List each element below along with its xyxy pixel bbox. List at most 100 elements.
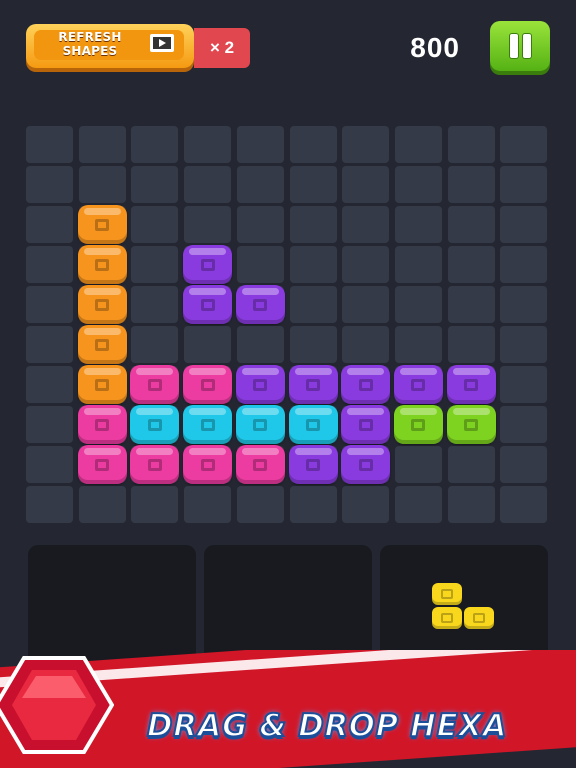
board-cell[interactable] bbox=[26, 366, 73, 403]
refresh-shapes-button[interactable]: REFRESH SHAPES bbox=[26, 24, 194, 68]
board-cell[interactable] bbox=[289, 126, 337, 163]
board-cell[interactable] bbox=[394, 206, 442, 243]
board-cell[interactable] bbox=[131, 286, 179, 323]
board-cell[interactable] bbox=[500, 486, 548, 523]
tray-piece-block[interactable] bbox=[432, 607, 462, 629]
tray-piece-block[interactable] bbox=[432, 583, 462, 605]
board-cell[interactable] bbox=[78, 166, 126, 203]
refresh-label-line2: SHAPES bbox=[62, 44, 118, 58]
board-cell[interactable] bbox=[500, 206, 548, 243]
game-board[interactable] bbox=[26, 126, 550, 523]
board-cell[interactable] bbox=[131, 486, 179, 523]
board-cell[interactable] bbox=[131, 206, 179, 243]
gem-block-purple bbox=[446, 365, 496, 404]
board-cell[interactable] bbox=[78, 126, 126, 163]
board-cell[interactable] bbox=[131, 126, 179, 163]
board-cell[interactable] bbox=[500, 366, 548, 403]
board-cell[interactable] bbox=[131, 166, 179, 203]
board-cell[interactable] bbox=[342, 206, 390, 243]
board-cell[interactable] bbox=[236, 206, 284, 243]
board-cell[interactable] bbox=[394, 246, 442, 283]
gem-block-purple bbox=[288, 365, 338, 404]
board-cell[interactable] bbox=[447, 286, 495, 323]
board-cell[interactable] bbox=[500, 126, 548, 163]
board-cell[interactable] bbox=[394, 166, 442, 203]
board-cell[interactable] bbox=[500, 326, 548, 363]
pause-icon bbox=[510, 34, 518, 58]
tray-piece-block[interactable] bbox=[464, 607, 494, 629]
video-ad-icon bbox=[150, 34, 174, 52]
board-cell[interactable] bbox=[289, 206, 337, 243]
board-cell[interactable] bbox=[184, 166, 232, 203]
gem-block-pink bbox=[77, 405, 127, 444]
board-cell[interactable] bbox=[236, 326, 284, 363]
board-cell[interactable] bbox=[447, 246, 495, 283]
gem-block-cyan bbox=[130, 405, 180, 444]
board-cell[interactable] bbox=[26, 326, 73, 363]
board-cell[interactable] bbox=[26, 406, 73, 443]
board-cell[interactable] bbox=[131, 326, 179, 363]
refresh-label-line1: REFRESH bbox=[58, 30, 122, 44]
board-cell[interactable] bbox=[184, 326, 232, 363]
board-cell[interactable] bbox=[342, 246, 390, 283]
board-cell[interactable] bbox=[289, 286, 337, 323]
board-cell[interactable] bbox=[342, 166, 390, 203]
board-cell[interactable] bbox=[236, 246, 284, 283]
gem-block-purple bbox=[183, 285, 233, 324]
gem-block-pink bbox=[130, 445, 180, 484]
board-cell[interactable] bbox=[394, 126, 442, 163]
refresh-count-badge: × 2 bbox=[194, 28, 250, 68]
board-cell[interactable] bbox=[447, 486, 495, 523]
pause-button[interactable] bbox=[490, 21, 550, 71]
gem-block-pink bbox=[130, 365, 180, 404]
board-cell[interactable] bbox=[342, 126, 390, 163]
board-cell[interactable] bbox=[447, 446, 495, 483]
pause-icon-bar bbox=[523, 34, 531, 58]
gem-block-orange bbox=[77, 285, 127, 324]
board-cell[interactable] bbox=[394, 486, 442, 523]
gem-block-purple bbox=[341, 445, 391, 484]
board-cell[interactable] bbox=[289, 486, 337, 523]
board-cell[interactable] bbox=[289, 326, 337, 363]
board-cell[interactable] bbox=[342, 286, 390, 323]
board-cell[interactable] bbox=[26, 126, 73, 163]
board-cell[interactable] bbox=[26, 246, 73, 283]
gem-block-pink bbox=[77, 445, 127, 484]
board-cell[interactable] bbox=[500, 446, 548, 483]
board-cell[interactable] bbox=[447, 126, 495, 163]
board-cell[interactable] bbox=[394, 326, 442, 363]
board-cell[interactable] bbox=[184, 486, 232, 523]
board-cell[interactable] bbox=[447, 206, 495, 243]
gem-block-pink bbox=[183, 365, 233, 404]
board-cell[interactable] bbox=[131, 246, 179, 283]
board-cell[interactable] bbox=[26, 206, 73, 243]
board-cell[interactable] bbox=[184, 126, 232, 163]
board-cell[interactable] bbox=[500, 406, 548, 443]
board-cell[interactable] bbox=[184, 206, 232, 243]
board-cell[interactable] bbox=[78, 486, 126, 523]
board-cell[interactable] bbox=[26, 166, 73, 203]
board-cell[interactable] bbox=[236, 486, 284, 523]
board-cell[interactable] bbox=[500, 166, 548, 203]
gem-block-purple bbox=[183, 245, 233, 284]
board-cell[interactable] bbox=[447, 326, 495, 363]
board-cell[interactable] bbox=[289, 246, 337, 283]
board-cell[interactable] bbox=[500, 286, 548, 323]
board-cell[interactable] bbox=[500, 246, 548, 283]
board-cell[interactable] bbox=[26, 486, 73, 523]
gem-block-pink bbox=[183, 445, 233, 484]
board-cell[interactable] bbox=[26, 446, 73, 483]
board-cell[interactable] bbox=[342, 486, 390, 523]
board-cell[interactable] bbox=[236, 166, 284, 203]
board-cell[interactable] bbox=[447, 166, 495, 203]
gem-block-orange bbox=[77, 365, 127, 404]
board-cell[interactable] bbox=[394, 286, 442, 323]
board-cell[interactable] bbox=[342, 326, 390, 363]
top-bar: REFRESH SHAPES × 2 800 bbox=[0, 0, 576, 90]
board-cell[interactable] bbox=[394, 446, 442, 483]
gem-block-pink bbox=[235, 445, 285, 484]
board-cell[interactable] bbox=[236, 126, 284, 163]
board-cell[interactable] bbox=[26, 286, 73, 323]
gem-block-purple bbox=[341, 405, 391, 444]
board-cell[interactable] bbox=[289, 166, 337, 203]
